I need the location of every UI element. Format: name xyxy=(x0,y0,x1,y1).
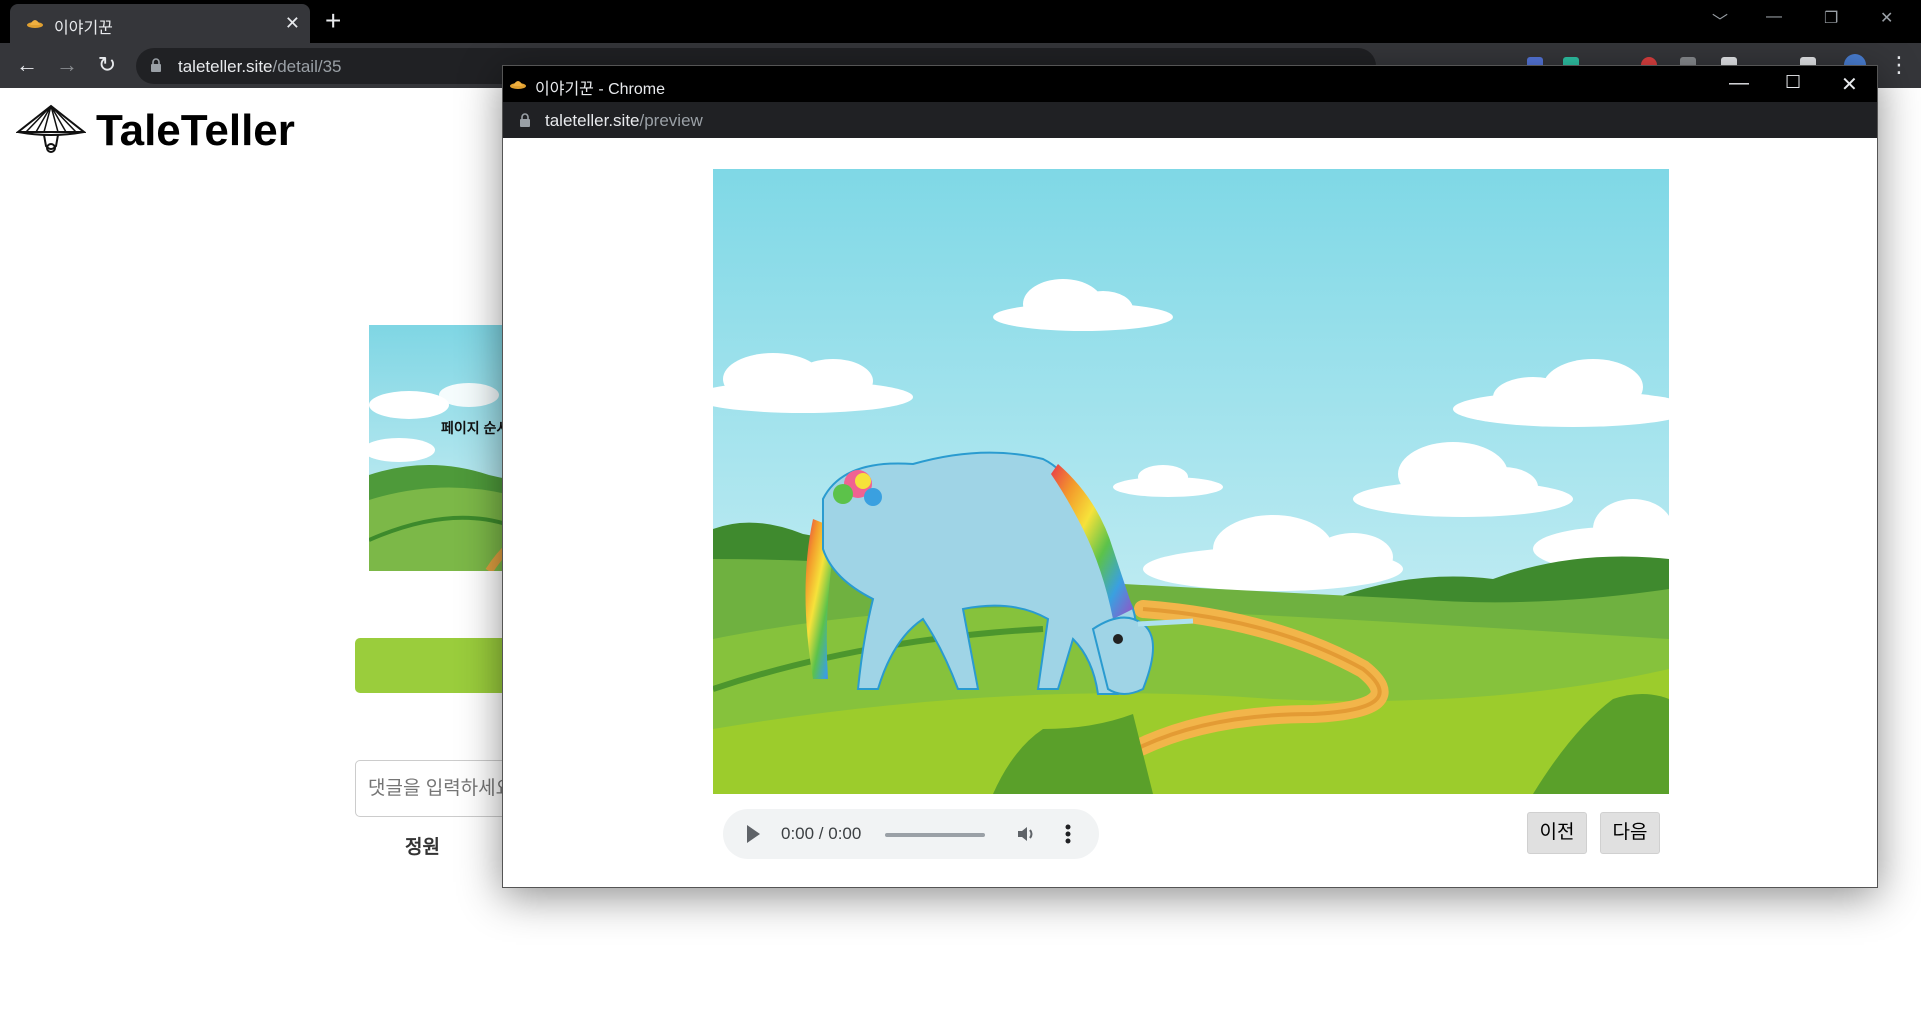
tab-search-icon[interactable]: ﹀ xyxy=(1712,8,1728,32)
minimize-icon[interactable]: — xyxy=(1729,72,1749,95)
tab-title: 이야기꾼 xyxy=(54,20,113,37)
play-icon[interactable] xyxy=(747,825,760,843)
next-button[interactable]: 다음 xyxy=(1600,812,1660,854)
popup-url: taleteller.site/preview xyxy=(545,111,703,130)
hat-favicon-icon xyxy=(509,76,527,95)
prev-button[interactable]: 이전 xyxy=(1527,812,1587,854)
volume-icon[interactable] xyxy=(1015,823,1037,850)
screen: 이야기꾼 ✕ + ﹀ — ❐ ✕ ← → ↻ taleteller.site/d… xyxy=(0,0,1921,1021)
audio-time: 0:00 / 0:00 xyxy=(781,824,862,843)
kebab-menu-icon[interactable]: ⋮ xyxy=(1885,51,1913,79)
tab-close-icon[interactable]: ✕ xyxy=(285,13,300,34)
popup-titlebar[interactable]: 이야기꾼 - Chrome — ☐ ✕ xyxy=(503,66,1877,102)
reload-icon[interactable]: ↻ xyxy=(93,51,121,79)
forward-icon[interactable]: → xyxy=(53,51,81,79)
new-tab-button[interactable]: + xyxy=(325,6,341,36)
thumbnail-label: 페이지 순서 xyxy=(441,420,510,436)
popup-address-bar: taleteller.site/preview xyxy=(503,102,1877,138)
maximize-icon[interactable]: ☐ xyxy=(1785,72,1801,93)
audio-player: 0:00 / 0:00 xyxy=(723,809,1099,859)
comment-author: 정원 xyxy=(405,837,440,858)
audio-progress-slider[interactable] xyxy=(885,833,985,837)
popup-title: 이야기꾼 - Chrome xyxy=(535,81,666,98)
more-options-icon[interactable] xyxy=(1065,823,1071,850)
close-window-icon[interactable]: ✕ xyxy=(1841,72,1858,97)
back-icon[interactable]: ← xyxy=(13,51,41,79)
minimize-icon[interactable]: — xyxy=(1766,8,1782,26)
story-page-illustration xyxy=(713,169,1669,794)
tab-strip: 이야기꾼 ✕ + ﹀ — ❐ ✕ xyxy=(0,0,1921,43)
browser-tab[interactable]: 이야기꾼 ✕ xyxy=(10,4,310,43)
lock-icon xyxy=(150,58,162,78)
brand-name[interactable]: TaleTeller xyxy=(96,106,295,156)
hat-favicon-icon xyxy=(26,15,44,34)
lock-icon xyxy=(519,113,531,133)
restore-icon[interactable]: ❐ xyxy=(1824,8,1838,28)
straw-hat-logo-icon[interactable] xyxy=(15,102,87,167)
close-window-icon[interactable]: ✕ xyxy=(1880,8,1893,28)
address-url: taleteller.site/detail/35 xyxy=(178,57,342,76)
preview-popup-window: 이야기꾼 - Chrome — ☐ ✕ taleteller.site/prev… xyxy=(502,65,1878,888)
